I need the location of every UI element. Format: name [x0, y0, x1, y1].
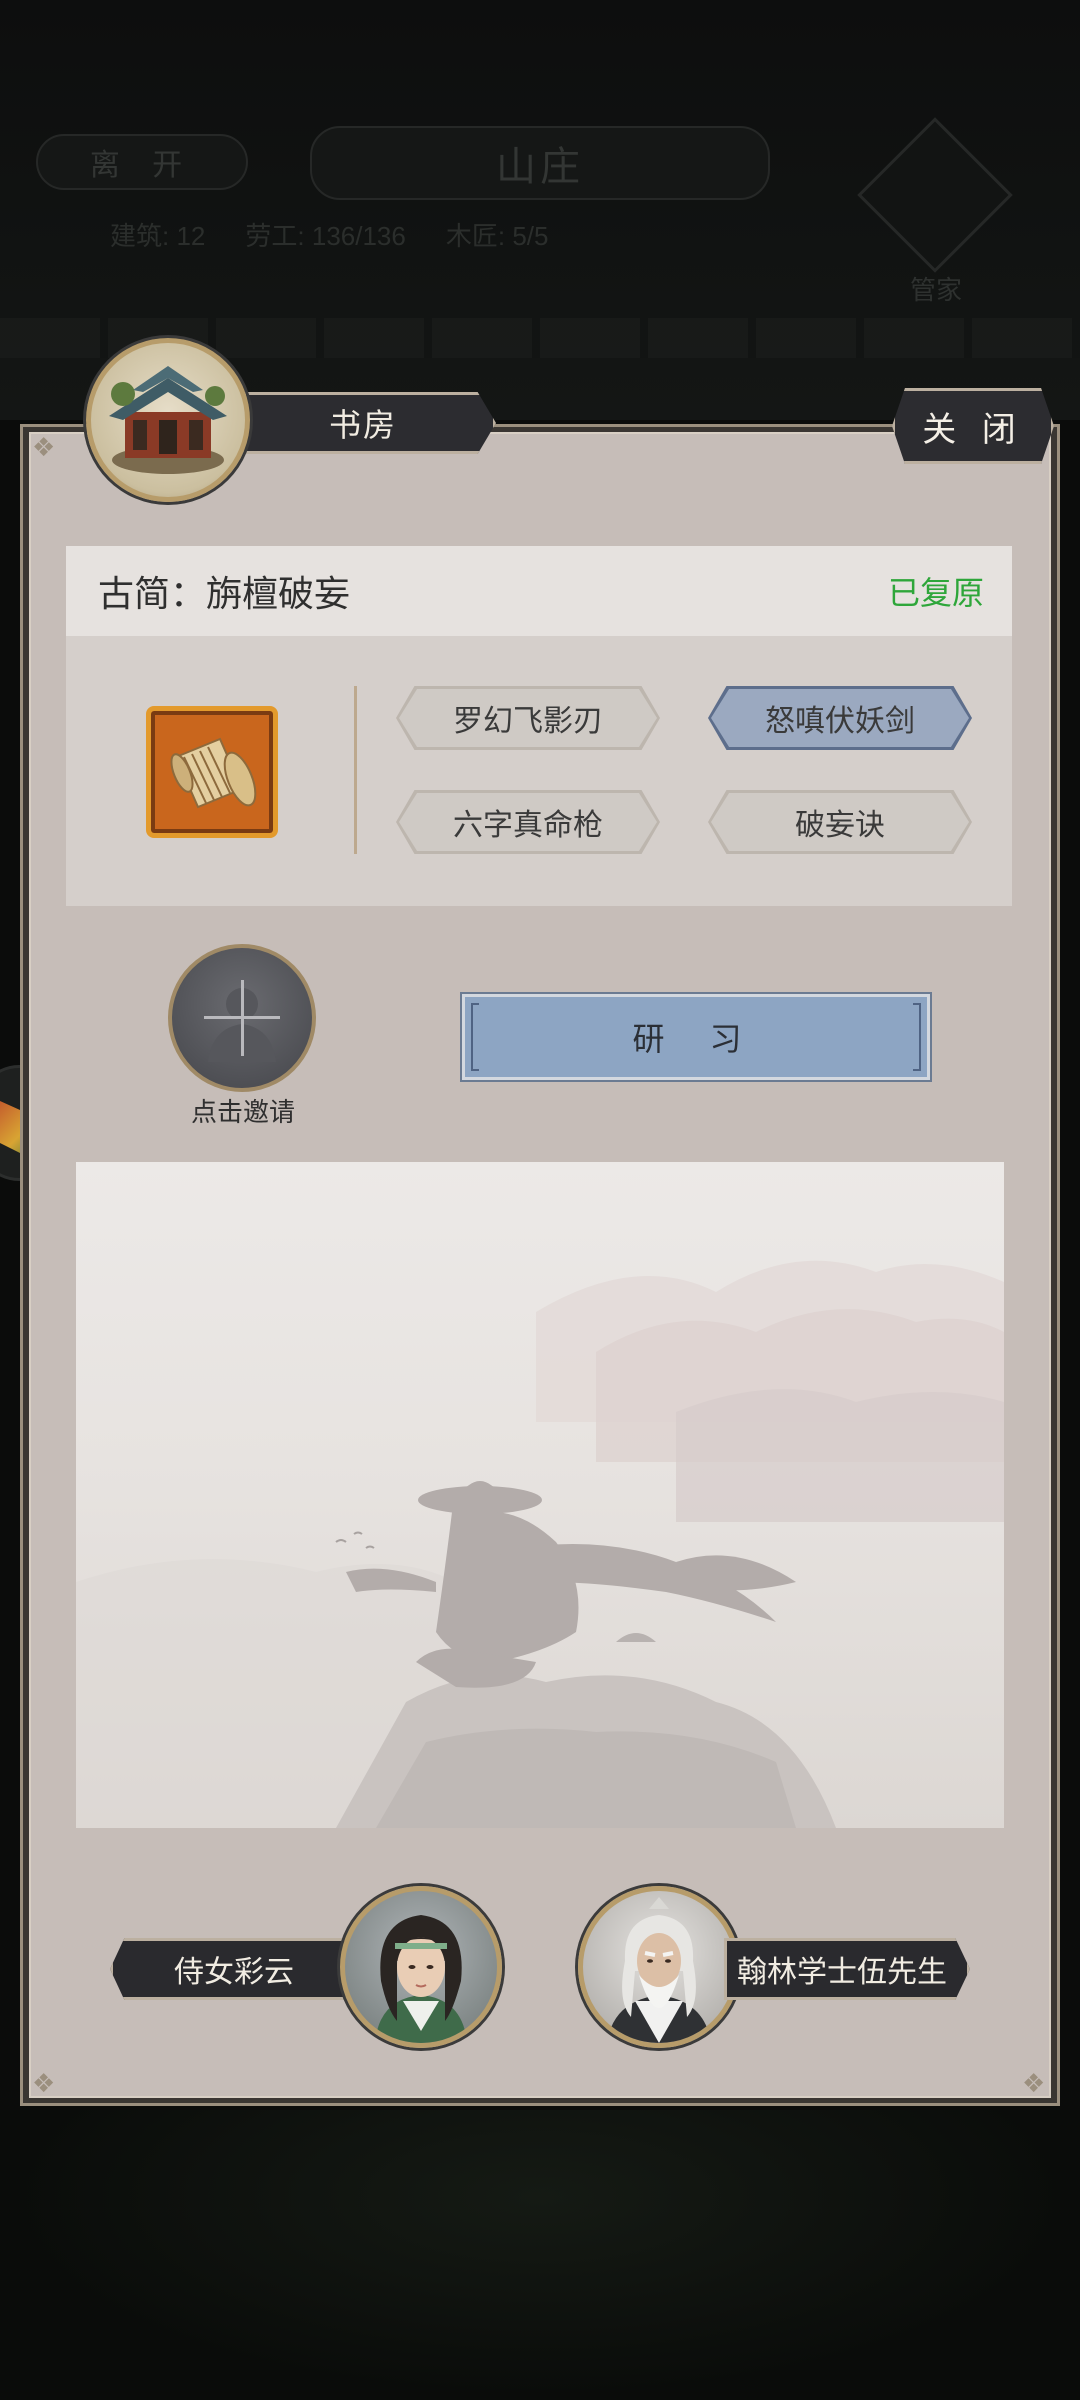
estate-stats: 建筑: 12 劳工: 136/136 木匠: 5/5: [110, 216, 548, 253]
npc-portrait-maid[interactable]: [340, 1886, 502, 2048]
building-icon: [86, 338, 250, 502]
stat-carpenter: 木匠: 5/5: [445, 221, 549, 251]
scroll-item-icon[interactable]: [146, 706, 278, 838]
ink-painting-illustration: [76, 1162, 1004, 1828]
npc-name-tag: 翰林学士伍先生: [724, 1938, 970, 2000]
npc-name-tag: 侍女彩云: [110, 1938, 350, 2000]
npc-name: 侍女彩云: [174, 1956, 294, 1989]
stat-buildings: 建筑: 12: [110, 221, 206, 251]
skill-option[interactable]: 六字真命枪: [396, 790, 660, 854]
skill-label: 六字真命枪: [453, 809, 603, 842]
stat-labor: 劳工: 136/136: [245, 221, 406, 251]
estate-title: 山庄: [310, 126, 770, 200]
plus-icon: [241, 980, 244, 1056]
skill-option[interactable]: 罗幻飞影刃: [396, 686, 660, 750]
corner-ornament-icon: ❖: [32, 432, 56, 462]
study-button[interactable]: 研 习: [460, 992, 932, 1082]
npc-portrait-scholar[interactable]: [578, 1886, 740, 2048]
corner-ornament-icon: ❖: [32, 2068, 56, 2098]
skill-option-selected[interactable]: 怒嗔伏妖剑: [708, 686, 972, 750]
background-ground: [0, 2110, 1080, 2400]
invite-label: 点击邀请: [190, 1097, 295, 1127]
skill-label: 罗幻飞影刃: [453, 705, 603, 738]
skill-label: 破妄诀: [795, 809, 885, 842]
close-button[interactable]: 关 闭: [892, 388, 1054, 464]
scroll-title: 古简：旃檀破妄: [98, 573, 351, 614]
npc-name: 翰林学士伍先生: [737, 1956, 947, 1989]
building-name: 书房: [328, 407, 397, 443]
scroll-title-bar: 古简：旃檀破妄 已复原: [66, 546, 1012, 636]
skill-option[interactable]: 破妄诀: [708, 790, 972, 854]
leave-button: 离 开: [36, 134, 248, 190]
skill-label: 怒嗔伏妖剑: [765, 705, 915, 738]
corner-ornament-icon: ❖: [1022, 2068, 1046, 2098]
steward-label: 管家: [910, 275, 963, 305]
divider: [354, 686, 357, 854]
scroll-status: 已复原: [887, 575, 984, 611]
